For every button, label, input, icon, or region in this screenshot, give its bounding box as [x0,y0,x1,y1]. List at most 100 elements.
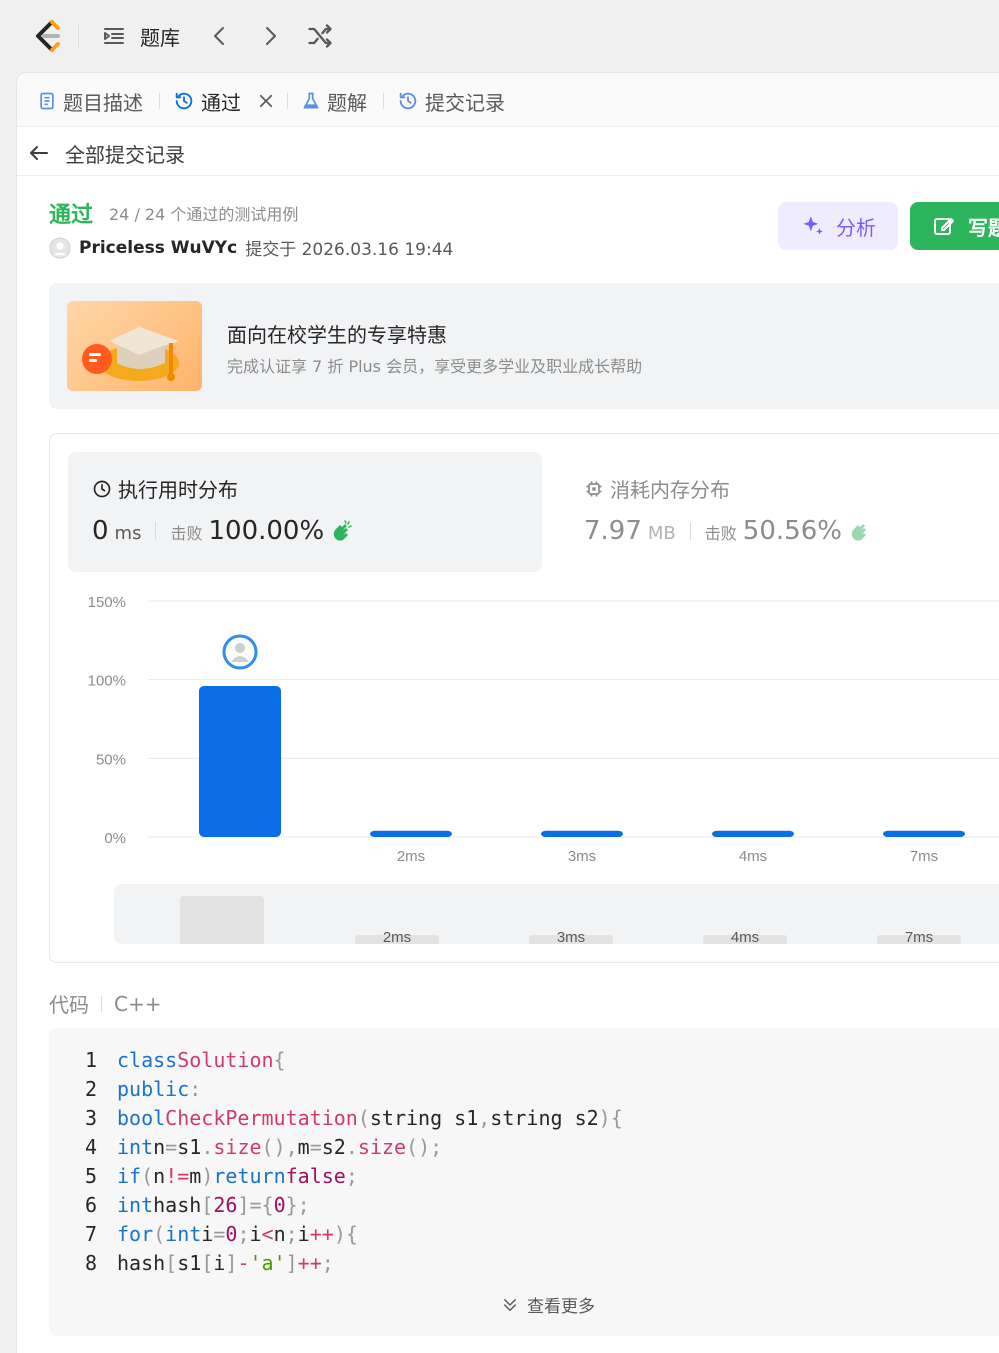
runtime-distribution-chart[interactable]: 150% 100% 50% 0% 2ms 3ms 4ms 7ms [50,584,999,884]
code-header: 代码 C++ [49,989,161,1018]
code-line: 6 int hash[26]={0}; [49,1190,310,1219]
code-block[interactable]: 1 class Solution { 2 public: 3 bool CheckP… [49,1028,999,1336]
runtime-title-label: 执行用时分布 [118,478,238,502]
edit-icon [934,218,954,235]
avatar[interactable] [49,236,71,259]
chart-bar[interactable] [370,830,452,837]
line-number: 5 [84,1163,97,1188]
code-line: 3 bool CheckPermutation(string s1, strin… [49,1103,623,1132]
arrow-left-icon [30,146,48,160]
analyze-button[interactable]: 分析 [778,202,898,250]
show-more-button[interactable]: 查看更多 [501,1292,595,1317]
minimap-label: 7ms [905,929,933,944]
runtime-beat-percent: 100.00% [208,516,325,546]
history-icon [399,92,417,110]
tab-solutions-label: 题解 [327,90,367,115]
memory-unit: MB [647,523,676,544]
close-icon[interactable] [257,92,275,110]
flask-icon [303,92,319,109]
chip-icon [586,481,602,496]
divider [17,175,999,176]
next-problem-button[interactable] [258,20,282,52]
line-number: 8 [84,1250,97,1275]
back-label: 全部提交记录 [65,142,185,167]
status-badge: 通过 [49,203,94,228]
y-tick-label: 50% [96,751,126,768]
tab-solutions[interactable]: 题解 [301,83,367,119]
problem-bank-button[interactable]: 题库 [102,20,180,52]
tab-bar: 题目描述 通过 题解 提交记录 [17,73,999,127]
memory-beat-percent: 50.56% [742,516,842,546]
code-line: 8 hash[s1[i] -'a'] ++; [49,1248,334,1277]
sparkle-icon [803,216,823,235]
code-header-divider [101,995,102,1012]
memory-tab[interactable]: 消耗内存分布 [584,474,730,503]
analyze-label: 分析 [836,215,876,240]
top-bar: 题库 [0,0,999,72]
random-problem-button[interactable] [306,20,334,52]
author-row: Priceless WuVYc 提交于 2026.03.16 19:44 [49,235,453,260]
my-submission-marker [222,634,258,670]
tab-accepted-label: 通过 [201,90,241,115]
tab-description[interactable]: 题目描述 [37,83,143,119]
student-promo-banner[interactable]: 面向在校学生的专享特惠 完成认证享 7 折 Plus 会员，享受更多学业及职业成… [49,283,999,409]
submission-panel: 题目描述 通过 题解 提交记录 全部提交记录 通过 24 / 24 个通过的测试… [16,72,999,1353]
minimap-label: 4ms [731,929,759,944]
line-number: 4 [84,1134,97,1159]
y-tick-label: 0% [104,830,126,847]
code-line: 7 for(int i = 0; i < n; i ++){ [49,1219,358,1248]
code-line: 1 class Solution { [49,1045,286,1074]
list-indent-icon [104,28,124,44]
line-number: 3 [84,1105,97,1130]
line-number: 6 [84,1192,97,1217]
tab-divider [159,93,160,109]
leetcode-logo-icon[interactable] [30,18,66,54]
clock-icon [93,480,111,497]
back-to-submissions[interactable]: 全部提交记录 [27,133,185,173]
minimap-bar [180,896,264,944]
code-line: 5 if(n != m) return false; [49,1161,358,1190]
line-number: 2 [84,1076,97,1101]
x-tick-label: 4ms [739,848,767,865]
promo-subtitle: 完成认证享 7 折 Plus 会员，享受更多学业及职业成长帮助 [227,357,643,376]
x-tick-label: 2ms [397,848,425,865]
promo-title: 面向在校学生的专享特惠 [227,323,447,347]
tab-submissions-label: 提交记录 [425,90,505,115]
show-more-label: 查看更多 [527,1297,595,1317]
x-tick-label: 7ms [910,848,938,865]
chevron-right-icon [266,27,276,45]
prev-problem-button[interactable] [208,20,232,52]
chart-bar[interactable] [883,830,965,837]
clap-hands-icon [333,520,352,541]
memory-title-label: 消耗内存分布 [610,478,730,502]
topbar-divider [78,24,79,48]
runtime-unit: ms [114,523,142,544]
code-line: 2 public: [49,1074,201,1103]
runtime-beat-label: 击败 [170,524,203,543]
runtime-number: 0 [92,516,109,546]
performance-section: 执行用时分布 0 ms 击败 100.00% 消耗内存分布 7.97 MB 击败… [49,433,999,963]
minimap-label: 2ms [383,929,411,944]
author-name[interactable]: Priceless WuVYc [79,238,237,258]
problem-bank-label: 题库 [140,25,180,50]
write-solution-button[interactable]: 写题 [910,202,999,250]
code-language: C++ [114,991,162,1016]
chart-minimap[interactable]: 2ms 3ms 4ms 7ms [114,884,999,944]
value-divider [689,522,691,540]
memory-number: 7.97 [584,516,642,546]
runtime-value: 0 ms 击败 100.00% [92,516,354,546]
clap-hands-icon [851,524,866,541]
tab-divider [383,93,384,109]
runtime-card[interactable]: 执行用时分布 0 ms 击败 100.00% [68,452,542,572]
tab-submissions[interactable]: 提交记录 [397,83,505,119]
shuffle-icon [308,24,332,48]
line-number: 7 [84,1221,97,1246]
chart-bar[interactable] [199,685,281,837]
tab-accepted[interactable]: 通过 [173,83,275,119]
memory-beat-label: 击败 [704,524,737,543]
chart-bar[interactable] [541,830,623,837]
history-icon [175,92,193,110]
tab-description-label: 题目描述 [63,90,143,115]
chart-bar[interactable] [712,830,794,837]
tab-divider [287,93,288,109]
